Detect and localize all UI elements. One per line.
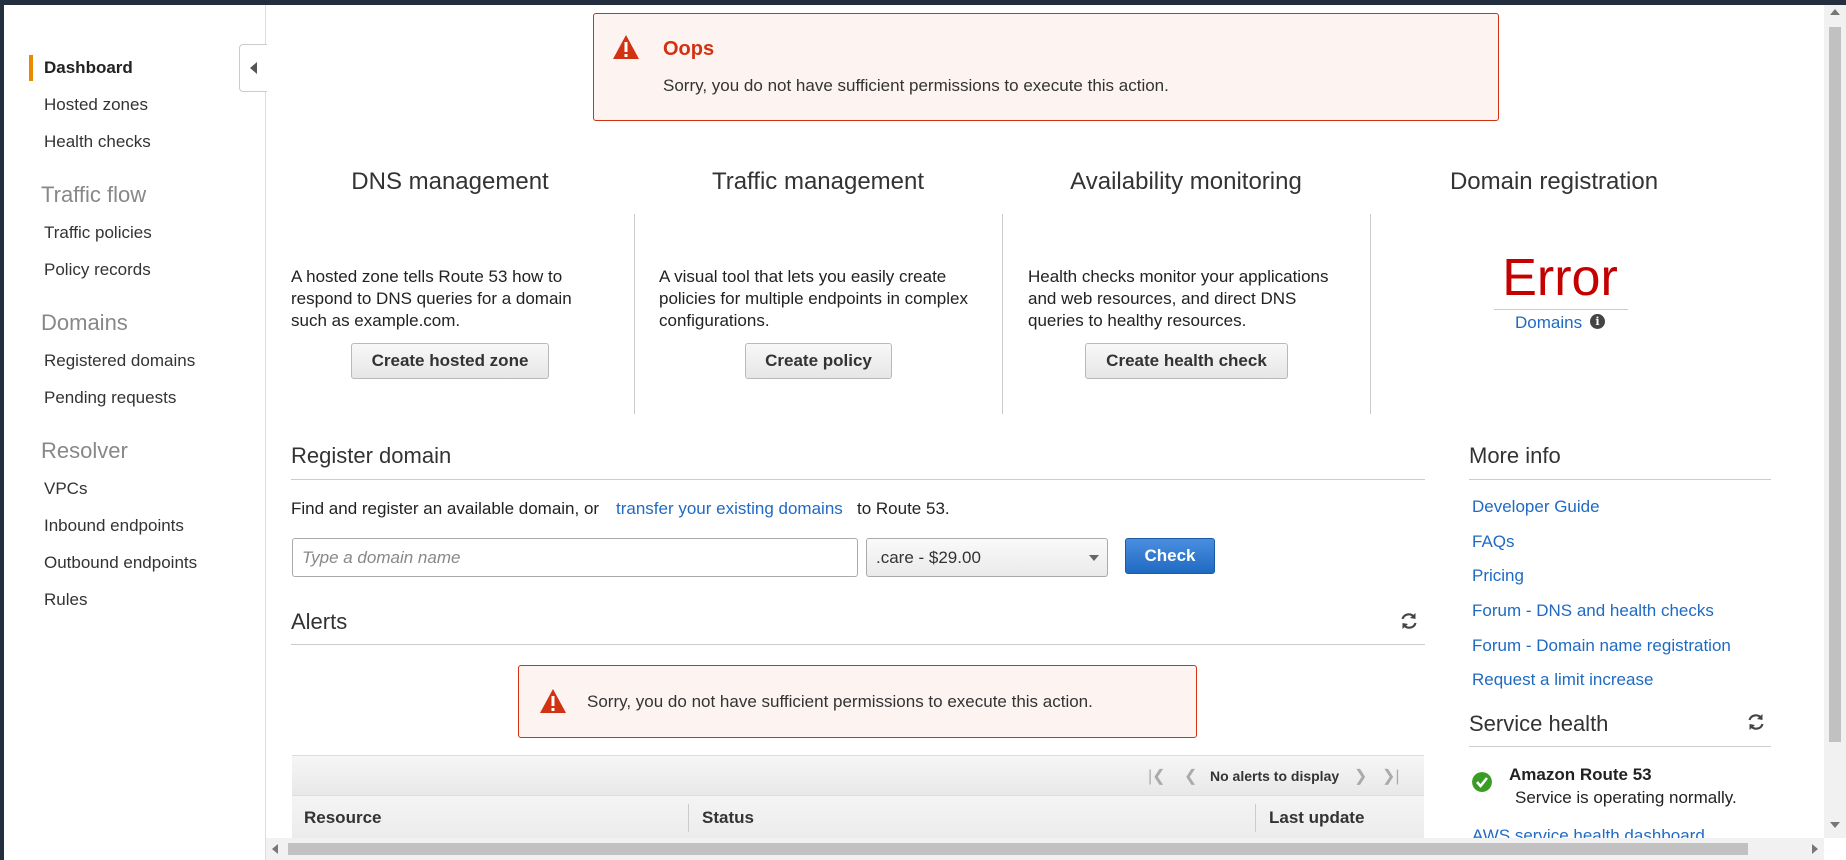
sidebar-item-rules[interactable]: Rules: [44, 590, 87, 610]
chevron-down-icon: [1089, 555, 1099, 561]
register-domain-text: Find and register an available domain, o…: [291, 499, 600, 518]
sidebar-item-vpcs[interactable]: VPCs: [44, 479, 87, 499]
dns-management-title: DNS management: [351, 168, 549, 195]
check-circle-icon: [1472, 772, 1492, 792]
refresh-icon[interactable]: [1746, 712, 1766, 732]
sidebar: Dashboard Hosted zones Health checks Tra…: [4, 5, 266, 860]
sidebar-item-hosted-zones[interactable]: Hosted zones: [44, 95, 148, 115]
column-divider: [688, 804, 689, 832]
traffic-management-description: A visual tool that lets you easily creat…: [659, 267, 968, 330]
info-icon[interactable]: i: [1590, 314, 1605, 329]
developer-guide-link[interactable]: Developer Guide: [1472, 497, 1600, 517]
more-info-title: More info: [1469, 443, 1561, 468]
sidebar-heading-traffic-flow: Traffic flow: [41, 182, 147, 207]
column-divider: [634, 214, 635, 414]
register-domain-text-tail: to Route 53.: [857, 499, 950, 518]
sidebar-heading-domains: Domains: [41, 310, 128, 335]
alerts-pager: |❮ ❮ No alerts to display ❯ ❯|: [292, 755, 1424, 795]
availability-monitoring-description: Health checks monitor your applications …: [1028, 267, 1329, 330]
sidebar-heading-resolver: Resolver: [41, 438, 128, 463]
next-page-icon[interactable]: ❯: [1354, 766, 1367, 786]
service-status: Service is operating normally.: [1515, 788, 1737, 807]
active-indicator: [29, 55, 33, 81]
scroll-up-icon[interactable]: [1830, 9, 1840, 15]
error-banner-title: Oops: [663, 38, 715, 60]
section-divider: [291, 479, 1425, 480]
column-header-last-update[interactable]: Last update: [1269, 808, 1364, 828]
alerts-error-box: Sorry, you do not have sufficient permis…: [518, 665, 1197, 738]
error-divider: [1494, 309, 1628, 310]
pager-status: No alerts to display: [1210, 768, 1340, 784]
section-divider: [1469, 479, 1771, 480]
check-button[interactable]: Check: [1125, 538, 1215, 574]
sidebar-item-policy-records[interactable]: Policy records: [44, 260, 151, 280]
request-limit-increase-link[interactable]: Request a limit increase: [1472, 670, 1653, 690]
transfer-domains-link[interactable]: transfer your existing domains: [616, 499, 843, 519]
section-divider: [291, 644, 1425, 645]
alerts-error-message: Sorry, you do not have sufficient permis…: [587, 692, 1093, 711]
refresh-icon[interactable]: [1399, 611, 1419, 631]
tld-select[interactable]: .care - $29.00: [866, 538, 1108, 577]
forum-dns-link[interactable]: Forum - DNS and health checks: [1472, 601, 1714, 621]
last-page-icon[interactable]: ❯|: [1382, 766, 1400, 786]
horizontal-scroll-thumb[interactable]: [288, 843, 1748, 855]
service-health-title: Service health: [1469, 711, 1609, 736]
error-banner: Oops Sorry, you do not have sufficient p…: [593, 13, 1499, 121]
create-policy-button[interactable]: Create policy: [745, 343, 892, 379]
sidebar-item-health-checks[interactable]: Health checks: [44, 132, 151, 152]
sidebar-item-inbound-endpoints[interactable]: Inbound endpoints: [44, 516, 184, 536]
top-border: [0, 0, 1846, 5]
forum-domain-registration-link[interactable]: Forum - Domain name registration: [1472, 636, 1731, 656]
create-hosted-zone-button[interactable]: Create hosted zone: [351, 343, 549, 379]
vertical-scroll-thumb[interactable]: [1829, 27, 1841, 742]
register-domain-title: Register domain: [291, 443, 452, 468]
error-banner-message: Sorry, you do not have sufficient permis…: [663, 76, 1169, 95]
pricing-link[interactable]: Pricing: [1472, 566, 1524, 586]
faqs-link[interactable]: FAQs: [1472, 532, 1515, 552]
warning-icon: [540, 689, 566, 713]
domains-link[interactable]: Domains: [1515, 313, 1582, 333]
tld-selected-value: .care - $29.00: [876, 548, 981, 567]
create-health-check-button[interactable]: Create health check: [1085, 343, 1288, 379]
alerts-table-header: Resource Status Last update: [292, 795, 1424, 838]
column-divider: [1370, 214, 1371, 414]
sidebar-item-dashboard[interactable]: Dashboard: [44, 58, 133, 78]
column-header-status[interactable]: Status: [702, 808, 754, 828]
column-divider: [1002, 214, 1003, 414]
service-name: Amazon Route 53: [1509, 765, 1652, 784]
prev-page-icon[interactable]: ❮: [1184, 766, 1197, 786]
sidebar-collapse-button[interactable]: [239, 44, 267, 92]
vertical-scrollbar[interactable]: [1824, 5, 1846, 838]
warning-icon: [613, 35, 639, 59]
alerts-title: Alerts: [291, 609, 348, 634]
column-header-resource[interactable]: Resource: [304, 808, 381, 828]
scroll-down-icon[interactable]: [1830, 822, 1840, 828]
domain-registration-title: Domain registration: [1449, 168, 1659, 195]
domain-registration-error: Error: [1502, 249, 1618, 307]
sidebar-item-pending-requests[interactable]: Pending requests: [44, 388, 176, 408]
scroll-right-icon[interactable]: [1812, 844, 1818, 854]
column-divider: [1255, 804, 1256, 832]
availability-monitoring-title: Availability monitoring: [1070, 168, 1302, 195]
collapse-chevron-icon: [249, 62, 257, 74]
sidebar-item-traffic-policies[interactable]: Traffic policies: [44, 223, 152, 243]
horizontal-scrollbar[interactable]: [266, 838, 1824, 860]
domain-name-input[interactable]: [292, 538, 858, 577]
section-divider: [1469, 746, 1771, 747]
dns-management-description: A hosted zone tells Route 53 how to resp…: [291, 267, 572, 330]
scroll-left-icon[interactable]: [272, 844, 278, 854]
sidebar-item-registered-domains[interactable]: Registered domains: [44, 351, 195, 371]
first-page-icon[interactable]: |❮: [1148, 766, 1166, 786]
sidebar-item-outbound-endpoints[interactable]: Outbound endpoints: [44, 553, 197, 573]
traffic-management-title: Traffic management: [711, 168, 925, 195]
